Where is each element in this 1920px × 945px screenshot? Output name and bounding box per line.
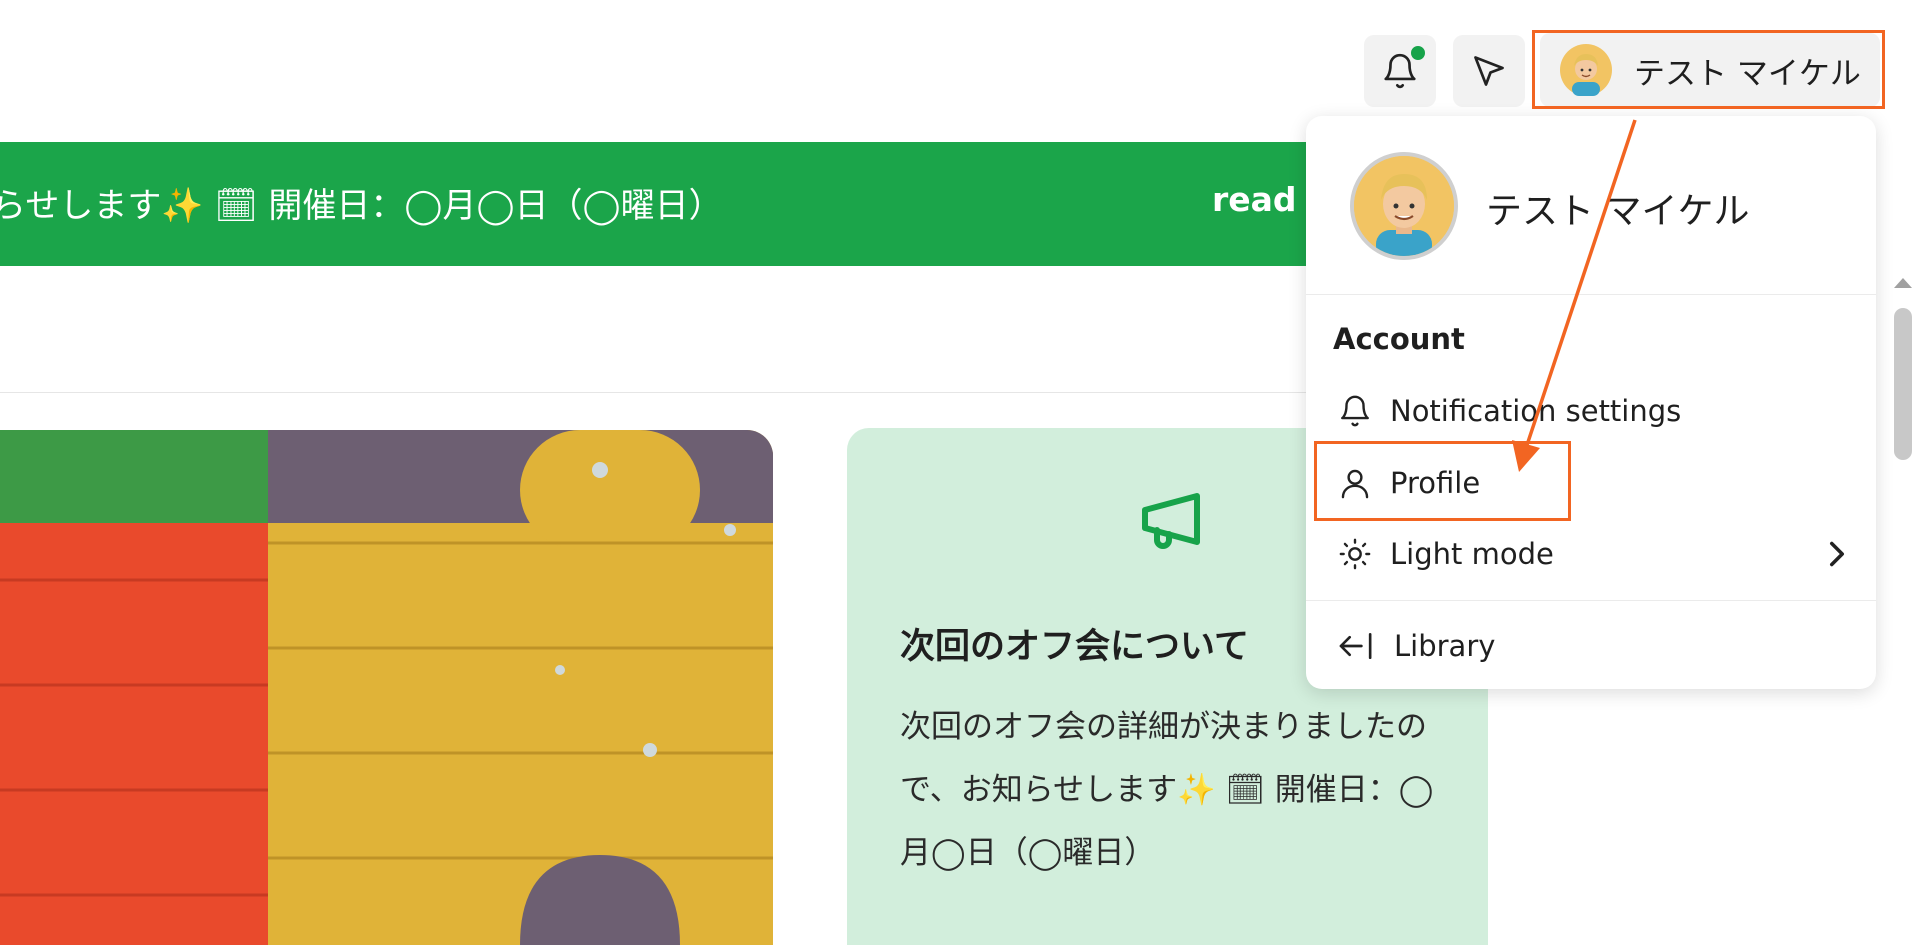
dropdown-profile-header: テスト マイケル <box>1306 116 1876 294</box>
send-icon <box>1474 56 1504 86</box>
card-body: 次回のオフ会の詳細が決まりましたので、お知らせします✨ 🗓 開催日：◯月◯日（◯… <box>900 709 1434 871</box>
menu-item-label: Library <box>1394 629 1496 663</box>
sun-icon <box>1339 538 1371 570</box>
scroll-up-arrow[interactable] <box>1894 278 1912 288</box>
menu-item-label: Notification settings <box>1390 394 1682 428</box>
dropdown-avatar <box>1350 152 1458 260</box>
dropdown-section-account: Account <box>1333 322 1465 356</box>
hero-image <box>0 430 773 945</box>
annotation-highlight-profile <box>1314 441 1571 521</box>
menu-item-library[interactable]: Library <box>1326 616 1856 676</box>
scroll-thumb[interactable] <box>1894 308 1912 460</box>
bell-icon <box>1341 395 1369 427</box>
page-scrollbar[interactable] <box>1892 270 1912 945</box>
menu-item-label: Light mode <box>1390 537 1554 571</box>
chevron-right-icon <box>1830 541 1844 567</box>
notifications-button[interactable] <box>1364 35 1436 107</box>
menu-item-light-mode[interactable]: Light mode <box>1326 524 1856 584</box>
card-title: 次回のオフ会について <box>900 627 1249 667</box>
dropdown-user-name: テスト マイケル <box>1486 191 1750 232</box>
send-button[interactable] <box>1453 35 1525 107</box>
dropdown-divider <box>1306 294 1876 295</box>
menu-item-notification-settings[interactable]: Notification settings <box>1326 381 1856 441</box>
arrow-left-bar-icon <box>1339 632 1372 660</box>
dropdown-divider <box>1306 600 1876 601</box>
notification-dot <box>1408 43 1428 63</box>
banner-text: らせします✨ 🗓 開催日：◯月◯日（◯曜日） <box>0 186 723 226</box>
user-dropdown-menu: テスト マイケル Account Notification settings P… <box>1306 116 1876 689</box>
annotation-highlight-user-button <box>1532 30 1885 109</box>
megaphone-icon <box>1142 493 1200 549</box>
